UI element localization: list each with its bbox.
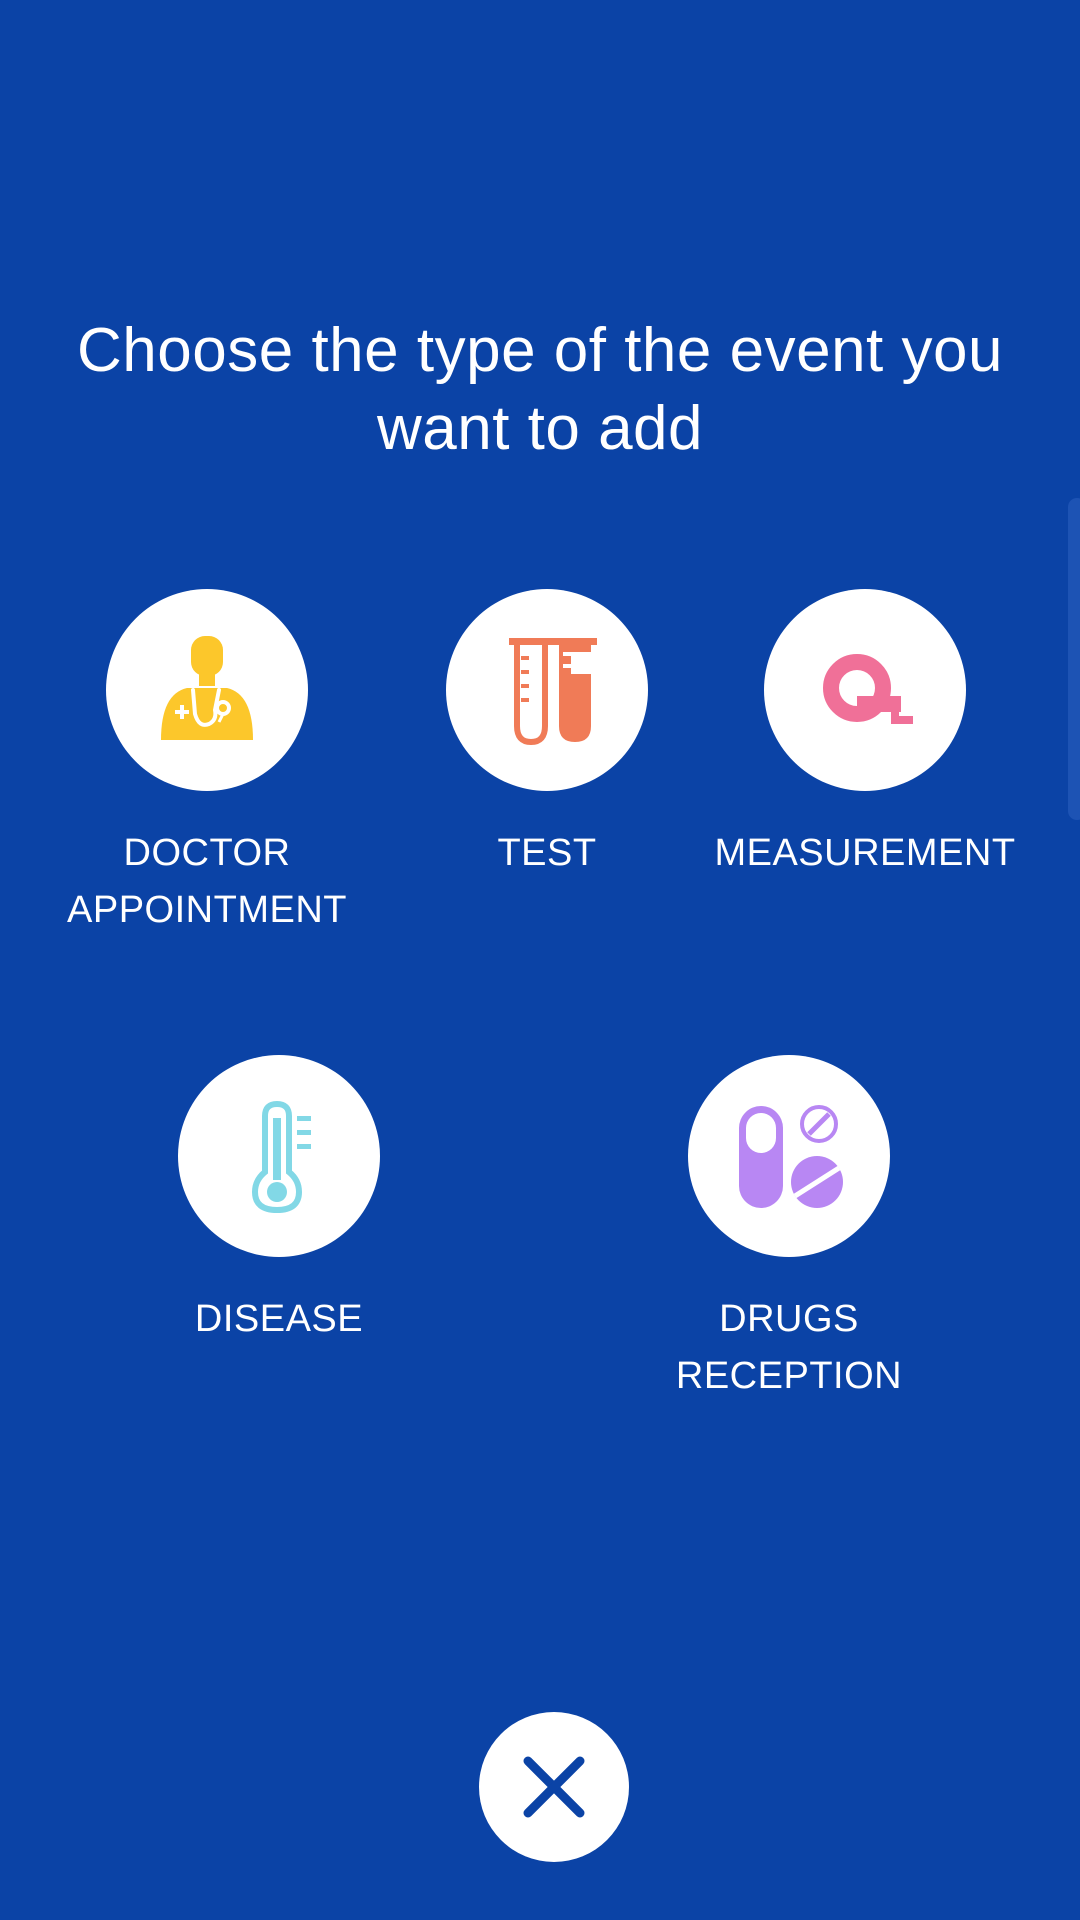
measurement-label: MEASUREMENT <box>714 825 1015 882</box>
option-measurement[interactable]: MEASUREMENT <box>705 589 1025 882</box>
disease-label-line-1: DISEASE <box>194 1298 364 1340</box>
doctor-appointment-label: DOCTOR APPOINTMENT <box>67 825 347 939</box>
option-doctor-appointment[interactable]: DOCTOR APPOINTMENT <box>47 589 367 939</box>
measurement-circle[interactable] <box>764 589 966 791</box>
doctor-appointment-circle[interactable] <box>106 589 308 791</box>
side-panel-handle[interactable] <box>1068 498 1080 820</box>
disease-label: DISEASE <box>195 1291 363 1348</box>
doctor-icon <box>161 636 253 740</box>
thermometer-icon <box>251 1100 311 1214</box>
option-disease[interactable]: DISEASE <box>119 1055 439 1348</box>
option-test[interactable]: TEST <box>387 589 707 882</box>
close-button[interactable] <box>479 1712 629 1862</box>
tape-measure-icon <box>823 654 913 724</box>
measurement-label-line-1: MEASUREMENT <box>714 832 1016 874</box>
test-label: TEST <box>497 825 596 882</box>
test-tubes-icon <box>509 638 597 746</box>
drugs-reception-circle[interactable] <box>688 1055 890 1257</box>
drugs-reception-label: DRUGS RECEPTION <box>676 1291 902 1405</box>
test-label-line-1: TEST <box>497 832 597 874</box>
option-drugs-reception[interactable]: DRUGS RECEPTION <box>629 1055 949 1405</box>
dialog-title: Choose the type of the event you want to… <box>77 316 1003 463</box>
doctor-appointment-label-line-2: APPOINTMENT <box>67 889 347 931</box>
drugs-reception-label-line-2: RECEPTION <box>675 1355 903 1397</box>
pills-icon <box>739 1105 843 1208</box>
drugs-reception-label-line-1: DRUGS <box>719 1298 859 1340</box>
close-icon <box>523 1756 585 1818</box>
test-circle[interactable] <box>446 589 648 791</box>
disease-circle[interactable] <box>178 1055 380 1257</box>
doctor-appointment-label-line-1: DOCTOR <box>123 832 291 874</box>
